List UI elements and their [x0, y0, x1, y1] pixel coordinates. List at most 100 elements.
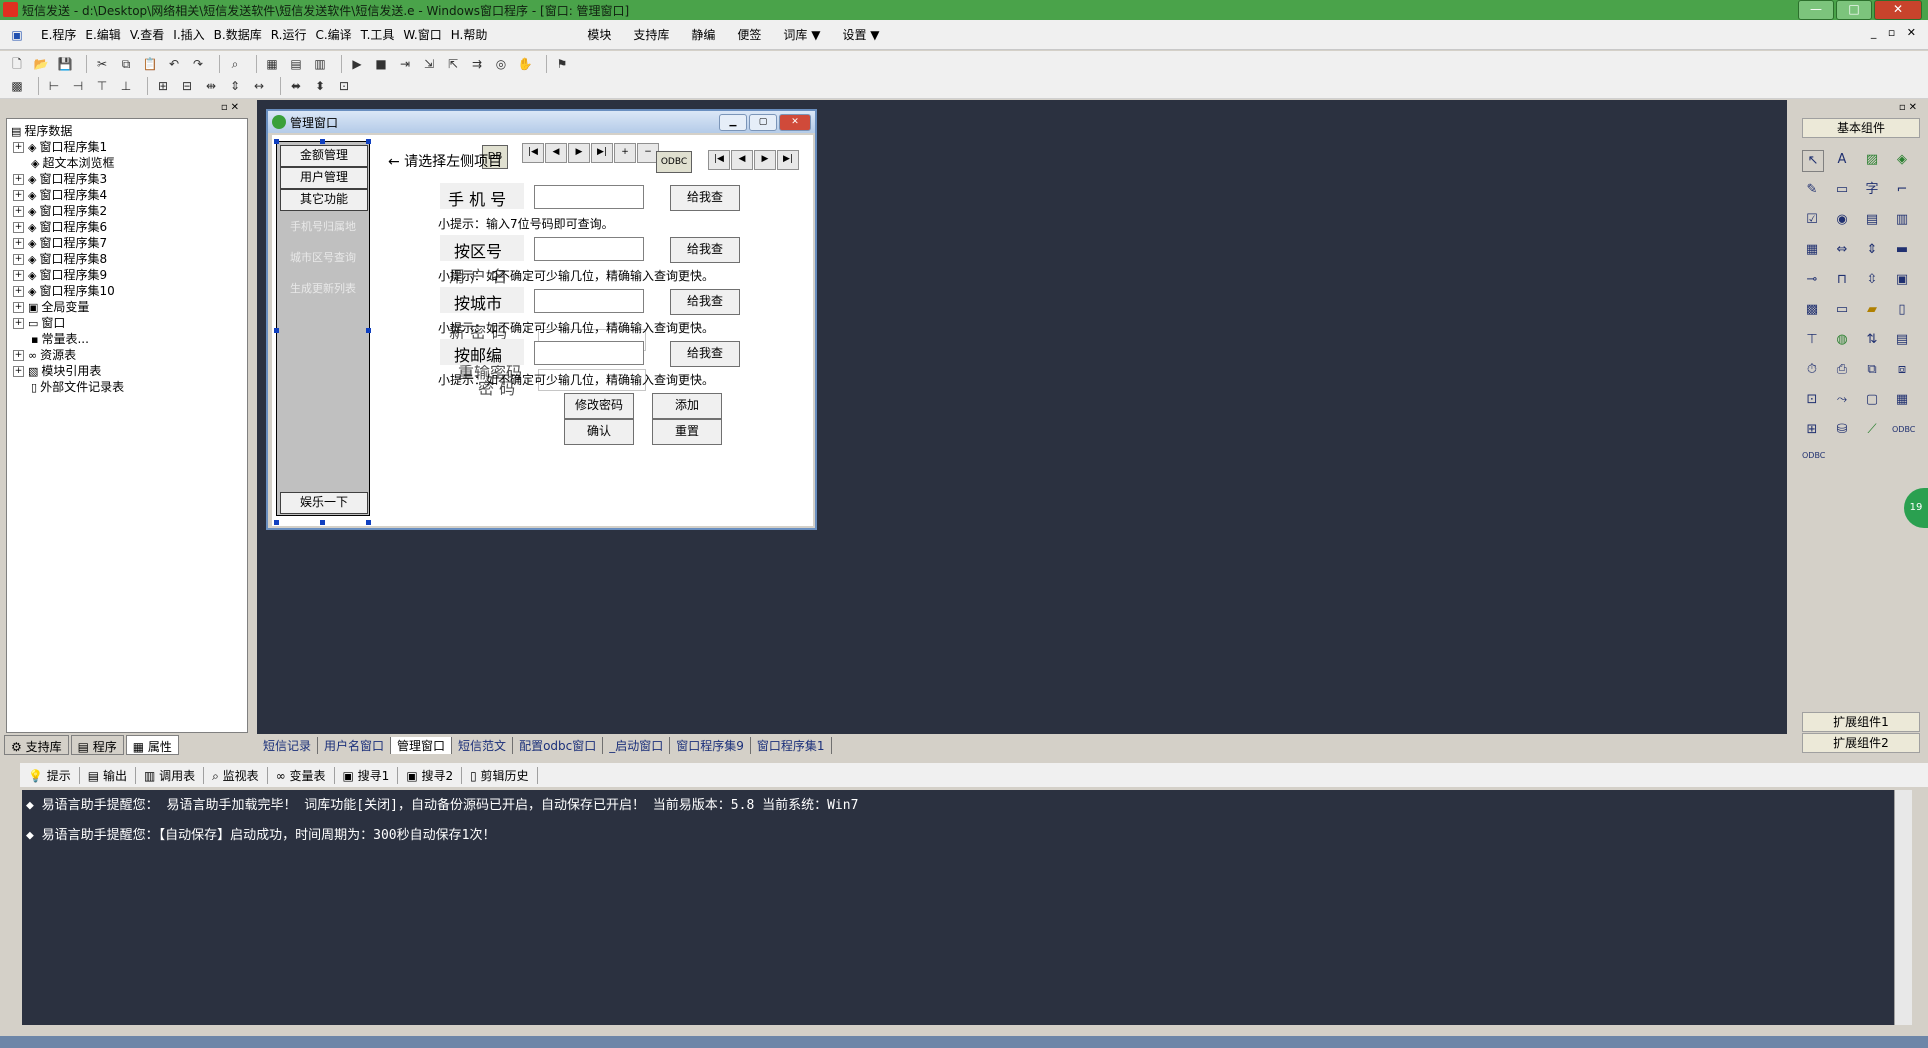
tab-module1[interactable]: 窗口程序集1: [751, 736, 832, 754]
tree-item[interactable]: + ◈ 窗口程序集2: [13, 203, 107, 219]
tab-call-stack[interactable]: ▥ 调用表: [136, 766, 205, 784]
stop-icon[interactable]: ■: [372, 55, 390, 73]
tab-sms-records[interactable]: 短信记录: [257, 736, 319, 754]
listbox-icon[interactable]: ▤: [1862, 210, 1882, 230]
resize-handle[interactable]: [320, 520, 325, 525]
redo-icon[interactable]: ↷: [189, 55, 207, 73]
menu-static-compile[interactable]: 静编: [691, 26, 715, 43]
add-record-icon[interactable]: +: [614, 143, 636, 163]
user-manage-button[interactable]: 用户管理: [280, 167, 368, 189]
menu-compile[interactable]: C.编译: [315, 26, 351, 43]
resize-handle[interactable]: [274, 520, 279, 525]
nav-sidebar[interactable]: 金额管理 用户管理 其它功能 手机号归属地 城市区号查询 生成更新列表 娱乐一下: [276, 141, 370, 516]
amount-manage-button[interactable]: 金额管理: [280, 145, 368, 167]
menu-run[interactable]: R.运行: [271, 26, 307, 43]
step-over-icon[interactable]: ⇉: [468, 55, 486, 73]
minimize-button[interactable]: —: [1798, 0, 1834, 20]
tree-item[interactable]: + ▭ 窗口: [13, 315, 65, 331]
tree-item[interactable]: ▪ 常量表...: [31, 331, 89, 347]
pointer-icon[interactable]: ↖: [1802, 150, 1824, 172]
query-area-code-button[interactable]: 给我查: [670, 237, 740, 263]
menu-program[interactable]: E.程序: [41, 26, 76, 43]
resize-handle[interactable]: [366, 139, 371, 144]
area-code-input[interactable]: [534, 237, 644, 261]
globe-icon[interactable]: ◍: [1832, 330, 1852, 350]
postcode-input[interactable]: [534, 341, 644, 365]
open-folder-icon[interactable]: 📂: [32, 55, 50, 73]
tab-startup-window[interactable]: _启动窗口: [603, 736, 671, 754]
panel-controls[interactable]: ▫✕: [221, 102, 242, 113]
close-button[interactable]: ✕: [1874, 0, 1922, 20]
tab-variables[interactable]: ∞ 变量表: [268, 766, 335, 784]
tab-search2[interactable]: ▣ 搜寻2: [398, 766, 463, 784]
progress-icon[interactable]: ▬: [1892, 240, 1912, 260]
next-record-icon[interactable]: ▶: [754, 150, 776, 170]
resize-handle[interactable]: [274, 328, 279, 333]
menu-help[interactable]: H.帮助: [451, 26, 488, 43]
menu-dictionary[interactable]: 词库 ▼: [783, 26, 820, 43]
output-scrollbar[interactable]: [1894, 790, 1912, 1025]
tab-clip-history[interactable]: ▯ 剪辑历史: [462, 766, 538, 784]
align-bottom-icon[interactable]: ⊥: [117, 77, 135, 95]
label-icon[interactable]: A: [1832, 150, 1852, 170]
db-grid-icon[interactable]: ▦: [1892, 390, 1912, 410]
query-postcode-button[interactable]: 给我查: [670, 341, 740, 367]
align-right-icon[interactable]: ⊣: [69, 77, 87, 95]
data-source-icon[interactable]: ⊞: [1802, 420, 1822, 440]
cut-icon[interactable]: ✂: [93, 55, 111, 73]
frame-icon[interactable]: ▭: [1832, 180, 1852, 200]
run-icon[interactable]: ▶: [348, 55, 366, 73]
mdi-controls[interactable]: _ ▫ ✕: [1871, 26, 1920, 39]
odbc-component-icon[interactable]: ODBC: [656, 151, 692, 173]
combobox-icon[interactable]: ▥: [1892, 210, 1912, 230]
center-h-icon[interactable]: ⊞: [154, 77, 172, 95]
tab-program[interactable]: ▤ 程序: [70, 735, 124, 755]
space-v-icon[interactable]: ⇕: [226, 77, 244, 95]
menu-database[interactable]: B.数据库: [214, 26, 262, 43]
tree-root[interactable]: ▤ 程序数据: [11, 123, 72, 139]
output-panel[interactable]: ◆ 易语言助手提醒您： 易语言助手加载完毕！ 词库功能[关闭]，自动备份源码已开…: [22, 790, 1894, 1025]
checkbox-icon[interactable]: ☑: [1802, 210, 1822, 230]
shape-icon[interactable]: ◈: [1892, 150, 1912, 170]
tab-support-lib[interactable]: ⚙ 支持库: [4, 735, 69, 755]
other-functions-button[interactable]: 其它功能: [280, 189, 368, 211]
layout-icon[interactable]: ▦: [263, 55, 281, 73]
radio-icon[interactable]: ◉: [1832, 210, 1852, 230]
basic-components-title[interactable]: 基本组件: [1802, 118, 1920, 138]
tab-properties[interactable]: ▦ 属性: [125, 735, 179, 755]
client-icon[interactable]: ⊡: [1802, 390, 1822, 410]
tab-control-icon[interactable]: ⊓: [1832, 270, 1852, 290]
tree-item[interactable]: + ◈ 窗口程序集8: [13, 251, 107, 267]
prev-record-icon[interactable]: ◀: [545, 143, 567, 163]
text-icon[interactable]: 字: [1862, 180, 1882, 200]
resize-handle[interactable]: [274, 139, 279, 144]
copy-icon[interactable]: ⧉: [117, 55, 135, 73]
undo-icon[interactable]: ↶: [165, 55, 183, 73]
tree-item[interactable]: + ◈ 窗口程序集6: [13, 219, 107, 235]
resize-handle[interactable]: [366, 328, 371, 333]
first-record-icon[interactable]: |◀: [522, 143, 544, 163]
grid-icon[interactable]: ▩: [8, 77, 26, 95]
breakpoint-icon[interactable]: ◎: [492, 55, 510, 73]
tab-manage-window[interactable]: 管理窗口: [391, 736, 453, 754]
window-comp-icon[interactable]: ▢: [1862, 390, 1882, 410]
menu-settings[interactable]: 设置 ▼: [842, 26, 879, 43]
new-file-icon[interactable]: 🗋: [8, 55, 26, 73]
menu-view[interactable]: V.查看: [130, 26, 164, 43]
phone-number-input[interactable]: [534, 185, 644, 209]
design-close-button[interactable]: ✕: [779, 114, 811, 131]
record-navigator-2[interactable]: |◀ ◀ ▶ ▶|: [708, 150, 800, 170]
resize-handle[interactable]: [366, 520, 371, 525]
same-height-icon[interactable]: ⬍: [311, 77, 329, 95]
find-icon[interactable]: ⌕: [226, 55, 244, 73]
tree-item[interactable]: + ◈ 窗口程序集3: [13, 171, 107, 187]
tree-item[interactable]: + ▣ 全局变量: [13, 299, 89, 315]
helper-icon[interactable]: ⚑: [553, 55, 571, 73]
design-window-titlebar[interactable]: 管理窗口 ▁ ▢ ✕: [268, 111, 815, 133]
menu-notes[interactable]: 便签: [737, 26, 761, 43]
confirm-button[interactable]: 确认: [564, 419, 634, 445]
step-out-icon[interactable]: ⇱: [444, 55, 462, 73]
generate-list-link[interactable]: 生成更新列表: [277, 280, 369, 296]
tab-username-window[interactable]: 用户名窗口: [318, 736, 392, 754]
design-maximize-button[interactable]: ▢: [749, 114, 777, 131]
